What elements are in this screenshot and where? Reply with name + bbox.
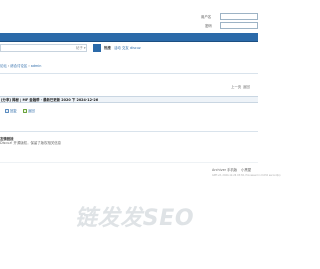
- return-button[interactable]: 返回: [28, 109, 35, 113]
- hot-search-label: 热搜: [104, 46, 111, 50]
- reply-button[interactable]: 回复: [10, 109, 17, 113]
- divider: [0, 131, 258, 132]
- password-label: 密码: [205, 24, 212, 28]
- search-scope-select[interactable]: 帖子 ▾: [76, 46, 86, 50]
- divider: [0, 73, 258, 74]
- footer-link-blackroom[interactable]: 小黑屋: [241, 168, 251, 172]
- footer-link-archiver[interactable]: Archiver: [212, 168, 226, 172]
- breadcrumb-sep: ›: [28, 64, 30, 68]
- breadcrumb-sep: ›: [7, 64, 10, 68]
- breadcrumb-home[interactable]: 论坛: [0, 64, 7, 68]
- footer-link-mobile[interactable]: 手机版: [227, 168, 237, 172]
- search-button[interactable]: [93, 44, 101, 58]
- reply-icon: [5, 109, 9, 113]
- main-nav-bar: [0, 33, 258, 41]
- section-text: Discuz! 开源版权，保留了版权相关信息: [0, 141, 62, 145]
- divider: [0, 162, 258, 163]
- breadcrumb: 论坛 › 综合讨论区 › admin: [0, 64, 41, 68]
- back-link[interactable]: 返回: [243, 85, 250, 89]
- prev-page-link[interactable]: 上一页: [231, 85, 241, 89]
- nav-divider: [0, 41, 258, 42]
- hot-search-link[interactable]: 交友: [122, 46, 129, 50]
- thread-title[interactable]: [分享] 揭秘 | MF 金融帮 · 最新已更新 2020 下 2024-12-…: [1, 98, 98, 102]
- watermark-logo: 链发发SEO: [75, 206, 195, 231]
- username-label: 用户名: [201, 15, 212, 19]
- password-input[interactable]: [220, 22, 258, 29]
- hot-search-link[interactable]: 活动: [114, 46, 121, 50]
- search-input[interactable]: [0, 44, 87, 52]
- breadcrumb-forum[interactable]: 综合讨论区: [10, 64, 27, 68]
- username-input[interactable]: [220, 13, 258, 20]
- breadcrumb-sub[interactable]: admin: [31, 64, 42, 68]
- return-icon: [23, 109, 27, 113]
- hot-search-link[interactable]: discuz: [130, 46, 141, 50]
- footer-powered: GMT+8, 2024-12-26 03:36, Processed in 0.…: [212, 174, 281, 177]
- search-icon: [94, 52, 100, 58]
